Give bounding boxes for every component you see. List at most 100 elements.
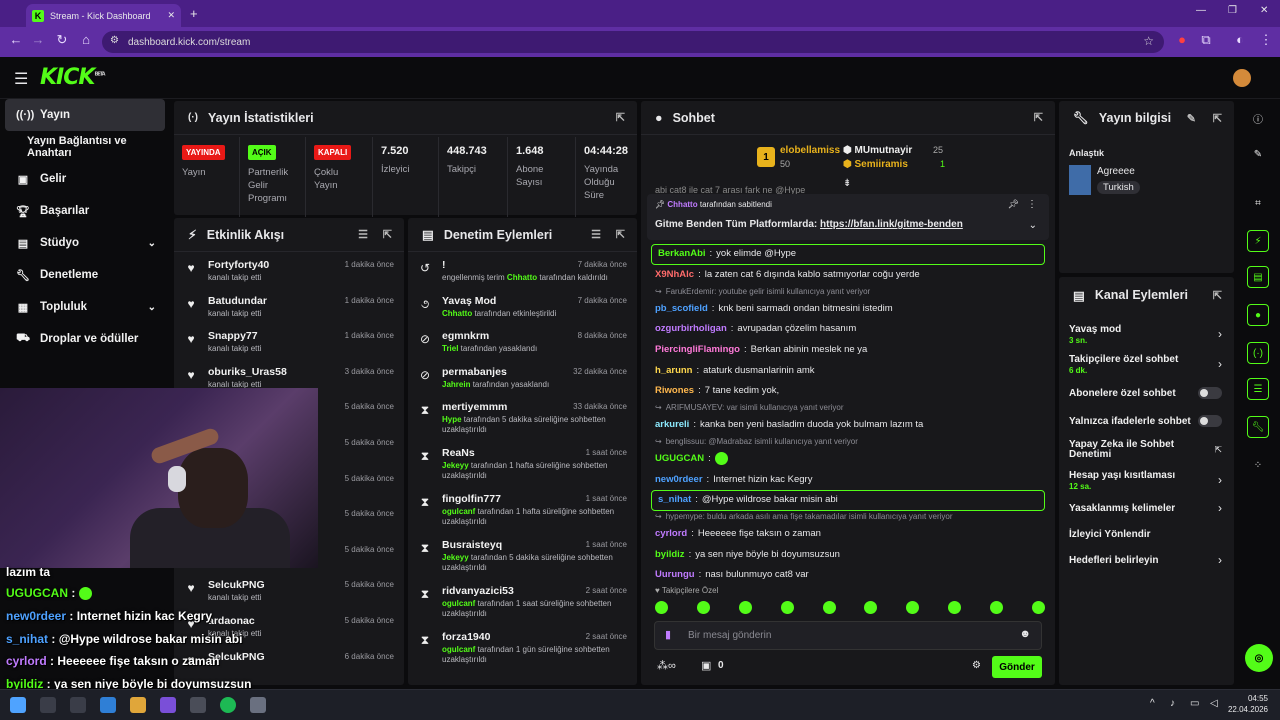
toggle-switch[interactable]	[1198, 415, 1222, 427]
chat-username[interactable]: arkureli	[655, 419, 689, 431]
gifter-name[interactable]: elobellamiss	[780, 145, 840, 156]
profile-avatar-icon[interactable]: ◐	[1230, 32, 1250, 47]
chat-message[interactable]: PiercingliFlamingo: Berkan abinin meslek …	[641, 340, 1055, 361]
edge-icon[interactable]	[100, 697, 116, 713]
chat-username[interactable]: UGUGCAN	[655, 453, 704, 465]
emote-icon[interactable]	[822, 601, 836, 614]
microphone-icon[interactable]: ♪	[1170, 698, 1175, 709]
emote-icon[interactable]	[948, 601, 962, 614]
chat-username[interactable]: X9NhAlc	[655, 269, 694, 281]
maximize-icon[interactable]: ❐	[1228, 5, 1237, 16]
close-tab-icon[interactable]: ✕	[167, 10, 175, 21]
url-input[interactable]: ⚙ dashboard.kick.com/stream ☆	[102, 31, 1164, 53]
document-icon[interactable]: ▤	[1247, 266, 1269, 288]
edit-pencil-icon[interactable]: ✎	[1187, 112, 1196, 125]
reply-context[interactable]: ↪ hypemype: buldu arkada asılı ama fişe t…	[641, 511, 1055, 524]
gifter-3[interactable]: ⬢ Semiiramis	[843, 159, 908, 170]
close-window-icon[interactable]: ✕	[1260, 5, 1268, 16]
chat-message[interactable]: s_nihat: @Hype wildrose bakar misin abi	[651, 489, 1045, 511]
task-view-icon[interactable]	[70, 697, 86, 713]
emote-icon[interactable]	[864, 601, 878, 614]
moderation-row[interactable]: ૭ Yavaş Mod Chhatto tarafından etkinleştir…	[408, 288, 637, 324]
moderator-name[interactable]: ogulcanf	[442, 645, 475, 654]
bookmark-star-icon[interactable]: ☆	[1143, 34, 1154, 48]
category-thumbnail[interactable]	[1069, 165, 1091, 195]
chat-message[interactable]: Riwones:7 tane kedim yok,	[641, 381, 1055, 402]
extensions-puzzle-icon[interactable]: ⧉	[1196, 32, 1216, 48]
chat-message[interactable]: new0rdeer: Internet hizin kac Kegry	[641, 469, 1055, 490]
microphone-icon[interactable]: ▮	[665, 628, 671, 641]
channel-action-item[interactable]: Hesap yaşı kısıtlaması 12 sa. ›	[1059, 465, 1234, 495]
chat-message[interactable]: arkureli: kanka ben yeni basladim duoda y…	[641, 415, 1055, 436]
channel-action-item[interactable]: İzleyici Yönlendir	[1059, 521, 1234, 547]
unpin-icon[interactable]: 📌︎	[1008, 199, 1019, 210]
channel-action-item[interactable]: Yavaş mod 3 sn. ›	[1059, 319, 1234, 349]
back-icon[interactable]: ←	[6, 32, 26, 47]
emote-icon[interactable]	[906, 601, 920, 614]
channel-action-item[interactable]: Yapay Zeka ile Sohbet Denetimi ⇱	[1059, 435, 1234, 465]
volume-icon[interactable]: ◁	[1210, 698, 1218, 709]
sidebar-item-basarilar[interactable]: 🏆︎ Başarılar	[0, 195, 170, 227]
emoji-icon[interactable]: ☻	[1019, 628, 1031, 640]
filter-icon[interactable]: ☰	[591, 228, 601, 241]
expand-chevron-icon[interactable]: ⌄	[1029, 220, 1037, 231]
send-button[interactable]: Gönder	[992, 656, 1042, 678]
chat-username[interactable]: BerkanAbi	[658, 248, 706, 260]
reply-context[interactable]: ↪ FarukErdemir: youtube gelir isimli kull…	[641, 285, 1055, 298]
moderator-name[interactable]: Jekeyy	[442, 553, 469, 562]
moderation-row[interactable]: ⧗ forza1940 ogulcanf tarafından 1 gün süre…	[408, 624, 637, 670]
channel-action-item[interactable]: Takipçilere özel sohbet 6 dk. ›	[1059, 349, 1234, 379]
chat-username[interactable]: byildiz	[655, 549, 685, 561]
emote-icon[interactable]	[738, 601, 752, 614]
channel-action-item[interactable]: Abonelere özel sohbet	[1059, 379, 1234, 407]
pinned-link[interactable]: https://bfan.link/gitme-benden	[820, 219, 963, 230]
moderation-row[interactable]: ⧗ fingolfin777 ogulcanf tarafından 1 hafta…	[408, 486, 637, 532]
moderator-name[interactable]: Jekeyy	[442, 461, 469, 470]
activity-row[interactable]: ♥ Batudundar kanalı takip etti 1 dakika önc…	[174, 288, 404, 324]
popout-icon[interactable]: ⇱	[383, 228, 392, 241]
gifter-2[interactable]: ⬢ MUmutnayir	[843, 145, 912, 156]
wrench-icon[interactable]: 🔧︎	[1247, 416, 1269, 438]
moderation-row[interactable]: ⊘ permabanjes Jahrein tarafından yasakland…	[408, 359, 637, 395]
popout-icon[interactable]: ⇱	[1213, 289, 1222, 302]
toggle-switch[interactable]	[1198, 387, 1222, 399]
chat-username[interactable]: s_nihat	[658, 494, 691, 506]
browser-tab[interactable]: K Stream - Kick Dashboard ✕	[26, 4, 181, 27]
moderation-row[interactable]: ⧗ ridvanyazici53 ogulcanf tarafından 1 saa…	[408, 578, 637, 624]
chat-message[interactable]: byildiz: ya sen niye böyle bi doyumsuzsun	[641, 544, 1055, 565]
chat-message[interactable]: ozgurbirholigan: avrupadan çözelim hasanı…	[641, 319, 1055, 340]
browser-menu-icon[interactable]: ⋮	[1256, 32, 1276, 48]
reply-context[interactable]: ↪ ARIFMUSAYEV: var isimli kullanıcıya yan…	[641, 402, 1055, 415]
emote-icon[interactable]	[696, 601, 710, 614]
chat-message[interactable]: Uurungu: nası bulunmuyo cat8 var	[641, 565, 1055, 584]
sidebar-item-denetleme[interactable]: 🔧︎ Denetleme	[0, 259, 170, 291]
moderator-name[interactable]: ogulcanf	[442, 599, 475, 608]
moderator-name[interactable]: Chhatto	[442, 309, 472, 318]
hamburger-menu-icon[interactable]: ☰	[14, 69, 28, 89]
minimize-icon[interactable]: —	[1196, 5, 1206, 16]
moderation-row[interactable]: ⊘ egmnkrm Triel tarafından yasaklandı 8 dak…	[408, 323, 637, 359]
popout-icon[interactable]: ⇱	[1213, 112, 1222, 125]
help-support-icon[interactable]: ◎	[1245, 644, 1273, 672]
filter-icon[interactable]: ☰	[358, 228, 368, 241]
sidebar-item-yayin[interactable]: ((·)) Yayın	[5, 99, 165, 131]
reply-context[interactable]: ↪ benglissuu: @Madrabaz isimli kullanıcıy…	[641, 436, 1055, 449]
chat-icon[interactable]: ●	[1247, 304, 1269, 326]
sidebar-item-stream-key[interactable]: Yayın Bağlantısı ve Anahtarı	[0, 131, 170, 163]
sidebar-item-studyo[interactable]: ▤ Stüdyo ⌄	[0, 227, 170, 259]
tray-chevron-icon[interactable]: ^	[1150, 698, 1155, 709]
community-icon[interactable]: ⁘	[1247, 454, 1269, 476]
emote-icon[interactable]	[1031, 601, 1045, 614]
discord-icon[interactable]	[160, 697, 176, 713]
chat-message[interactable]: pb_scofield: knk beni sarmadı ondan bitme…	[641, 298, 1055, 319]
chat-username[interactable]: pb_scofield	[655, 303, 708, 315]
kick-logo[interactable]: KICKBETA	[40, 65, 106, 90]
app-icon[interactable]	[190, 697, 206, 713]
moderator-name[interactable]: ogulcanf	[442, 507, 475, 516]
clock-date[interactable]: 22.04.2026	[1226, 705, 1268, 714]
activity-row[interactable]: ♥ Fortyforty40 kanalı takip etti 1 dakika ö…	[174, 252, 404, 288]
chat-username[interactable]: Uurungu	[655, 569, 695, 581]
collapse-chevron-icon[interactable]: ⇟	[843, 178, 851, 189]
moderation-row[interactable]: ⧗ ReaNs Jekeyy tarafından 1 hafta süreliği…	[408, 440, 637, 486]
broadcast-icon[interactable]: (·)	[1247, 342, 1269, 364]
